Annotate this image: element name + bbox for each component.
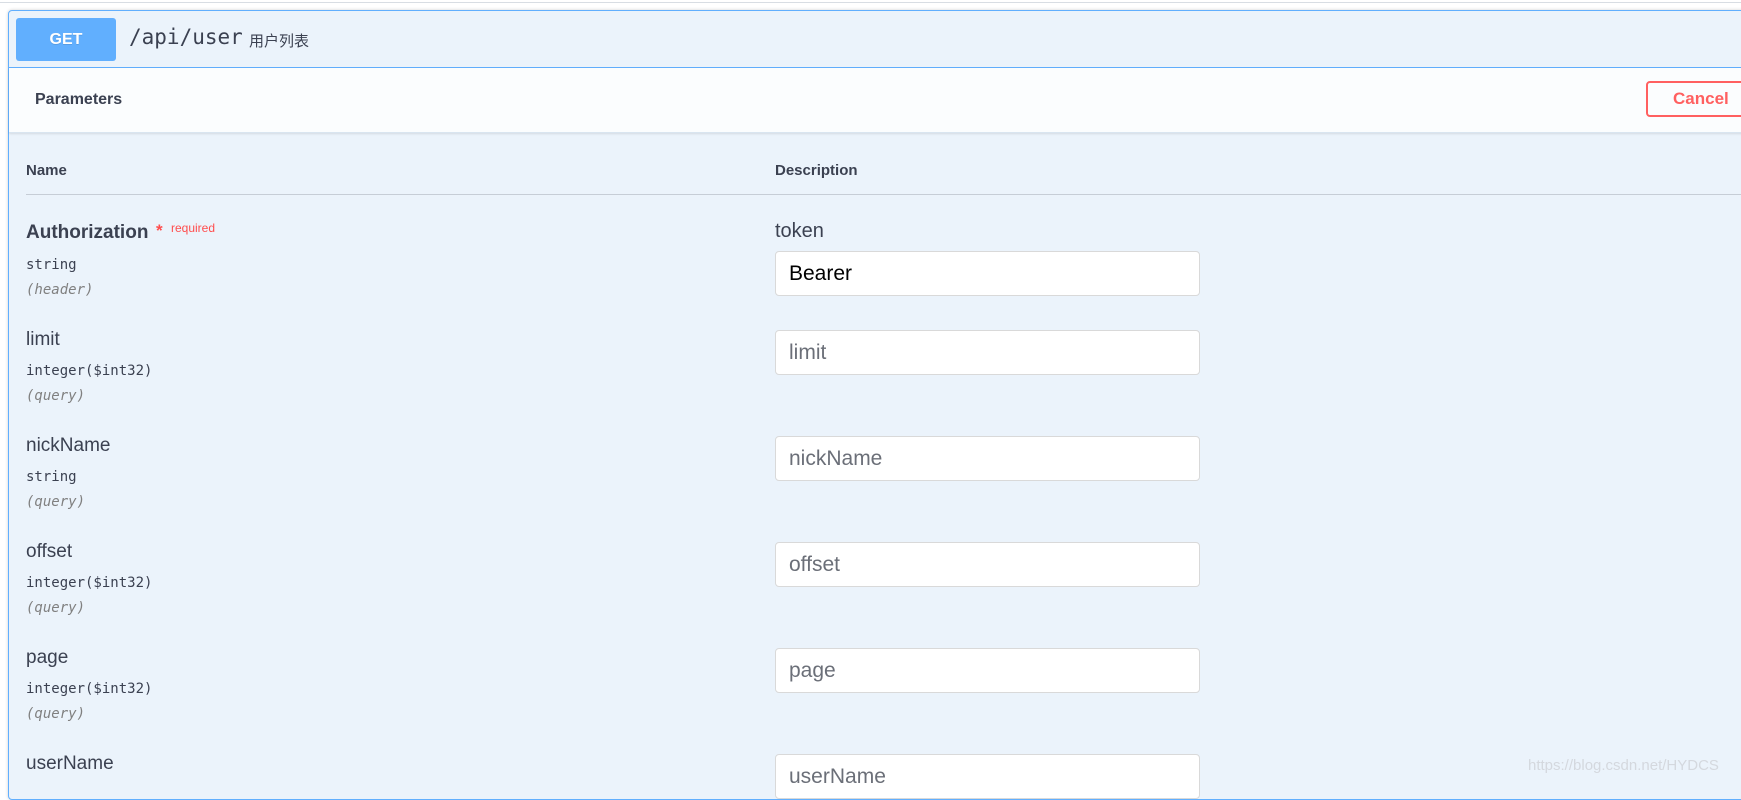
param-type: string — [26, 257, 77, 273]
table-header-divider — [26, 194, 1741, 195]
param-type: integer($int32) — [26, 575, 153, 591]
operation-description: 用户列表 — [249, 32, 310, 50]
limit-input[interactable] — [775, 330, 1200, 375]
param-type: integer($int32) — [26, 681, 153, 697]
top-divider — [0, 0, 1741, 3]
required-label: required — [171, 221, 216, 235]
column-header-name: Name — [26, 162, 67, 179]
param-name-username: userName — [26, 753, 114, 774]
param-location: (query) — [26, 600, 86, 616]
param-name-page: page — [26, 647, 69, 668]
param-type: integer($int32) — [26, 363, 153, 379]
parameters-title: Parameters — [35, 91, 123, 108]
username-input[interactable] — [775, 754, 1200, 799]
param-location: (query) — [26, 706, 86, 722]
column-header-description: Description — [775, 162, 858, 179]
param-location: (query) — [26, 388, 86, 404]
param-name-limit: limit — [26, 329, 60, 350]
page-input[interactable] — [775, 648, 1200, 693]
cancel-button[interactable]: Cancel — [1646, 81, 1741, 117]
watermark: https://blog.csdn.net/HYDCS — [1528, 757, 1719, 774]
endpoint-path[interactable]: /api/user — [129, 25, 243, 49]
param-location: (query) — [26, 494, 86, 510]
param-name-nickname: nickName — [26, 435, 111, 456]
operation-summary[interactable]: GET /api/user 用户列表 — [9, 11, 1741, 68]
param-type: string — [26, 469, 77, 485]
param-location: (header) — [26, 282, 94, 298]
authorization-input[interactable] — [775, 251, 1200, 296]
param-name-authorization: Authorization — [26, 222, 149, 243]
required-star: * — [156, 221, 163, 240]
method-badge[interactable]: GET — [16, 18, 116, 61]
offset-input[interactable] — [775, 542, 1200, 587]
nickname-input[interactable] — [775, 436, 1200, 481]
param-description: token — [775, 220, 824, 242]
param-name-offset: offset — [26, 541, 73, 562]
parameters-header: Parameters Cancel — [9, 68, 1741, 133]
